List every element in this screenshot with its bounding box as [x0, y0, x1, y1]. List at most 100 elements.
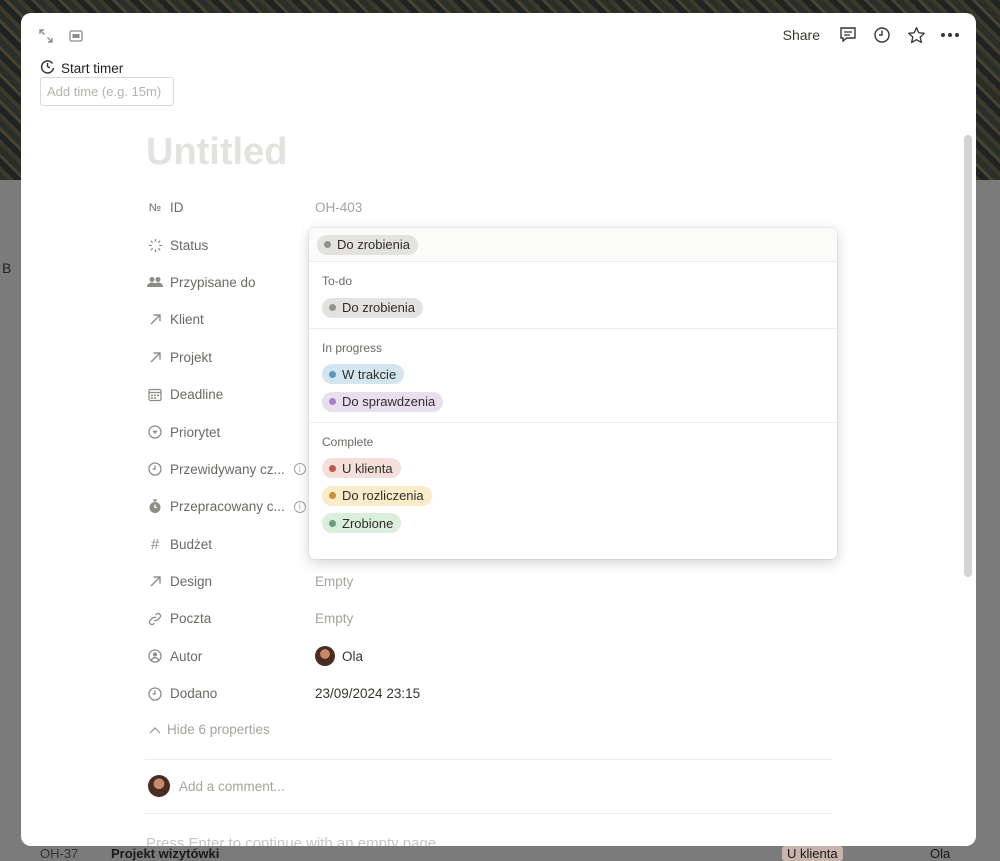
status-pill[interactable]: U klienta: [322, 458, 401, 479]
status-dropdown: Do zrobienia To-do Do zrobienia In progres…: [309, 228, 837, 559]
property-name[interactable]: Przewidywany cz... i: [147, 461, 315, 477]
avatar: [148, 775, 170, 797]
comment-input[interactable]: Add a comment...: [148, 775, 285, 797]
status-pill[interactable]: Do sprawdzenia: [322, 391, 444, 412]
background-row-id: OH-37: [40, 846, 79, 861]
add-time-input[interactable]: [40, 77, 174, 106]
property-name[interactable]: Priorytet: [147, 424, 315, 440]
property-value[interactable]: 23/09/2024 23:15: [315, 686, 420, 701]
property-name[interactable]: # Budżet: [147, 535, 315, 553]
more-icon[interactable]: [940, 25, 960, 45]
info-icon[interactable]: i: [293, 463, 306, 476]
timer-icon: [147, 499, 163, 515]
star-icon[interactable]: [906, 25, 926, 45]
background-row-person: Ola: [930, 846, 951, 861]
hide-properties-button[interactable]: Hide 6 properties: [149, 722, 270, 737]
share-button[interactable]: Share: [783, 27, 820, 43]
status-option[interactable]: Do sprawdzenia: [322, 388, 837, 416]
status-dot: [329, 370, 336, 378]
relation-arrow-icon: [147, 574, 163, 590]
start-timer-label: Start timer: [61, 60, 124, 76]
divider: [145, 813, 833, 814]
property-name[interactable]: Przypisane do: [147, 274, 315, 290]
status-dot: [329, 492, 336, 500]
timer-icon: [40, 59, 55, 77]
status-option[interactable]: Do zrobienia: [322, 294, 837, 322]
property-label: Dodano: [170, 686, 218, 702]
property-name[interactable]: Dodano: [147, 686, 315, 702]
status-pill[interactable]: Zrobione: [322, 513, 402, 534]
empty-page-hint: Press Enter to continue with an empty pa…: [146, 835, 437, 846]
property-name[interactable]: Autor: [147, 648, 315, 664]
property-row[interactable]: Design Empty: [147, 563, 847, 600]
property-name[interactable]: Projekt: [147, 349, 315, 365]
property-row[interactable]: Poczta Empty: [147, 600, 847, 637]
status-dot: [324, 241, 331, 248]
status-dot: [329, 464, 336, 472]
property-value[interactable]: OH-403: [315, 200, 362, 215]
calendar-icon: [147, 387, 163, 403]
property-name[interactable]: Przepracowany c... i: [147, 499, 315, 515]
property-value-text: Ola: [342, 648, 364, 664]
status-icon: [147, 237, 163, 253]
topbar-right: Share: [783, 25, 960, 45]
status-dot: [329, 398, 336, 406]
status-group: Complete U klienta Do rozliczenia Zrobione: [309, 423, 837, 544]
status-pill[interactable]: Do rozliczenia: [322, 485, 432, 506]
comment-placeholder: Add a comment...: [179, 778, 285, 794]
page-title[interactable]: Untitled: [146, 131, 287, 174]
status-group: In progress W trakcie Do sprawdzenia: [309, 329, 837, 423]
hash-icon: #: [150, 535, 160, 553]
people-icon: [147, 274, 163, 290]
property-label: Przewidywany cz...: [170, 461, 285, 477]
status-current-value[interactable]: Do zrobienia: [309, 228, 837, 262]
property-value[interactable]: Empty: [315, 611, 353, 626]
relation-arrow-icon: [147, 312, 163, 328]
property-row[interactable]: Autor Ola: [147, 638, 847, 675]
peek-mode-icon[interactable]: [67, 27, 85, 45]
property-name[interactable]: Klient: [147, 312, 315, 328]
divider: [145, 759, 833, 760]
start-timer-button[interactable]: Start timer: [40, 59, 123, 77]
status-pill-label: Zrobione: [342, 515, 394, 531]
property-row[interactable]: Dodano 23/09/2024 23:15: [147, 675, 847, 712]
background-row-status: U klienta: [782, 846, 843, 861]
background-row-title: Projekt wizytówki: [111, 846, 220, 861]
property-label: Status: [170, 237, 209, 253]
property-name[interactable]: Design: [147, 574, 315, 590]
property-name[interactable]: Status: [147, 237, 315, 253]
property-name[interactable]: Deadline: [147, 387, 315, 403]
property-value-text: OH-403: [315, 200, 363, 216]
status-group-label: Complete: [322, 434, 374, 449]
chevron-up-icon: [149, 722, 161, 737]
person-icon: [147, 648, 163, 664]
status-group-label: In progress: [322, 340, 383, 355]
status-option[interactable]: U klienta: [322, 455, 837, 483]
history-icon[interactable]: [872, 25, 892, 45]
property-label: Priorytet: [170, 424, 221, 440]
property-value-text: Empty: [315, 611, 354, 627]
property-value-text: 23/09/2024 23:15: [315, 686, 421, 702]
info-icon[interactable]: i: [293, 500, 306, 513]
property-name[interactable]: Poczta: [147, 611, 315, 627]
status-pill-current[interactable]: Do zrobienia: [317, 234, 418, 255]
property-name[interactable]: № ID: [147, 200, 315, 216]
property-row[interactable]: № ID OH-403: [147, 189, 847, 226]
property-label: Autor: [170, 648, 203, 664]
status-option[interactable]: Zrobione: [322, 510, 837, 538]
status-option[interactable]: W trakcie: [322, 361, 837, 389]
property-label: Poczta: [170, 611, 212, 627]
status-pill-label: Do zrobienia: [337, 237, 410, 252]
property-label: Budżet: [170, 536, 213, 552]
expand-icon[interactable]: [37, 27, 55, 45]
number-icon: №: [148, 201, 162, 214]
status-pill-label: Do zrobienia: [342, 300, 415, 316]
status-option[interactable]: Do rozliczenia: [322, 482, 837, 510]
comment-icon[interactable]: [838, 25, 858, 45]
hide-properties-label: Hide 6 properties: [167, 722, 270, 737]
status-pill[interactable]: Do zrobienia: [322, 297, 423, 318]
status-pill[interactable]: W trakcie: [322, 364, 405, 385]
property-value[interactable]: Empty: [315, 574, 353, 589]
scrollbar[interactable]: [964, 135, 972, 577]
property-value[interactable]: Ola: [315, 646, 364, 667]
